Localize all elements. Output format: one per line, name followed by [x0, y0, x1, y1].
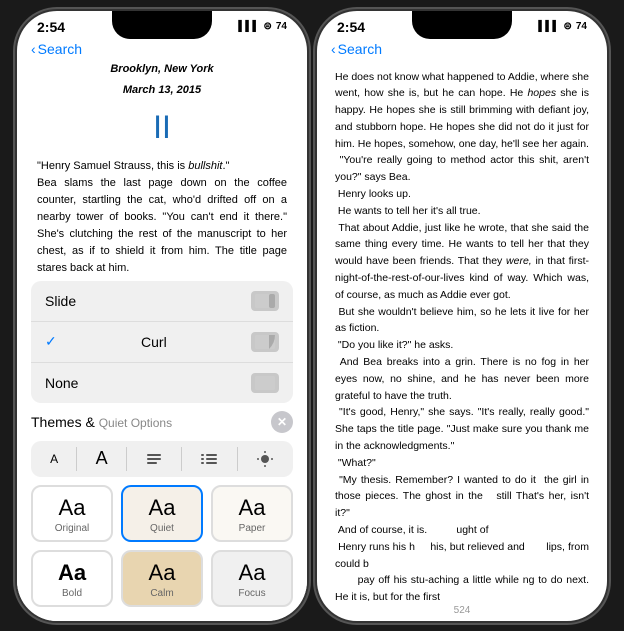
theme-label-original: Original: [55, 523, 89, 534]
r-para-5: That about Addie, just like he wrote, th…: [335, 220, 589, 304]
theme-label-focus: Focus: [238, 588, 265, 599]
font-size-large[interactable]: A: [96, 448, 108, 469]
nav-bar-left: ‹ Search: [17, 39, 307, 61]
notch: [112, 11, 212, 39]
font-style-icon[interactable]: [145, 450, 163, 468]
theme-grid: Aa Original Aa Quiet Aa Paper Aa Bold: [31, 485, 293, 607]
theme-aa-quiet: Aa: [149, 495, 176, 521]
para-2: Bea slams the last page down on the coff…: [37, 175, 287, 277]
slide-icon: [251, 291, 279, 311]
chevron-left-icon: ‹: [31, 41, 36, 57]
check-icon: ✓: [45, 333, 57, 350]
themes-title: Themes & Quiet Options: [31, 414, 172, 430]
theme-label-calm: Calm: [150, 588, 173, 599]
none-label: None: [45, 375, 78, 391]
chevron-left-icon-right: ‹: [331, 41, 336, 57]
slide-options: Slide ✓ Curl None: [31, 281, 293, 403]
theme-calm[interactable]: Aa Calm: [121, 550, 203, 607]
status-icons-right: ▌▌▌ ⊜ 74: [538, 21, 587, 32]
theme-paper[interactable]: Aa Paper: [211, 485, 293, 542]
signal-icon: ▌▌▌: [238, 21, 259, 32]
none-icon: [251, 373, 279, 393]
theme-aa-focus: Aa: [239, 560, 266, 586]
curl-icon: [251, 332, 279, 352]
theme-aa-original: Aa: [59, 495, 86, 521]
r-para-3: Henry looks up.: [335, 186, 589, 203]
divider-3: [181, 447, 182, 471]
chapter-number: II: [37, 103, 287, 153]
back-button-right[interactable]: ‹ Search: [331, 41, 382, 57]
back-label-right: Search: [338, 41, 382, 57]
theme-focus[interactable]: Aa Focus: [211, 550, 293, 607]
wifi-icon: ⊜: [263, 21, 271, 32]
battery-left: 74: [276, 21, 287, 32]
slide-option-none[interactable]: None: [31, 363, 293, 403]
back-button-left[interactable]: ‹ Search: [31, 41, 82, 57]
curl-label: Curl: [141, 334, 167, 350]
r-para-9: "It's good, Henry," she says. "It's real…: [335, 404, 589, 454]
notch-right: [412, 11, 512, 39]
theme-label-bold: Bold: [62, 588, 82, 599]
brightness-icon[interactable]: [256, 450, 274, 468]
para-1: "Henry Samuel Strauss, this is bullshit.…: [37, 158, 287, 175]
signal-icon-right: ▌▌▌: [538, 21, 559, 32]
themes-header: Themes & Quiet Options ✕: [31, 411, 293, 433]
font-list-icon[interactable]: [200, 450, 218, 468]
right-phone: 2:54 ▌▌▌ ⊜ 74 ‹ Search He does not know …: [317, 11, 607, 621]
theme-quiet[interactable]: Aa Quiet: [121, 485, 203, 542]
r-para-6: But she wouldn't believe him, so he lets…: [335, 304, 589, 338]
theme-bold[interactable]: Aa Bold: [31, 550, 113, 607]
divider-1: [76, 447, 77, 471]
time-right: 2:54: [337, 19, 365, 35]
date-text: March 13, 2015: [37, 82, 287, 99]
close-button[interactable]: ✕: [271, 411, 293, 433]
theme-label-quiet: Quiet: [150, 523, 174, 534]
theme-aa-paper: Aa: [239, 495, 266, 521]
r-para-12: And of course, it is. ught of: [335, 522, 589, 539]
left-phone: 2:54 ▌▌▌ ⊜ 74 ‹ Search Brooklyn, New Yor…: [17, 11, 307, 621]
theme-label-paper: Paper: [239, 523, 266, 534]
r-para-1: He does not know what happened to Addie,…: [335, 69, 589, 153]
theme-aa-bold: Aa: [58, 560, 86, 586]
theme-original[interactable]: Aa Original: [31, 485, 113, 542]
r-para-2: "You're really going to method actor thi…: [335, 152, 589, 186]
slide-option-slide[interactable]: Slide: [31, 281, 293, 322]
nav-bar-right: ‹ Search: [317, 39, 607, 61]
font-size-small[interactable]: A: [50, 452, 58, 466]
page-number: 524: [317, 601, 607, 620]
location-text: Brooklyn, New York: [37, 61, 287, 78]
r-para-14: pay off his stu-aching a little while ng…: [335, 572, 589, 600]
wifi-icon-right: ⊜: [563, 21, 571, 32]
phones-container: 2:54 ▌▌▌ ⊜ 74 ‹ Search Brooklyn, New Yor…: [17, 11, 607, 621]
r-para-13: Henry runs his h his, but relieved and l…: [335, 539, 589, 573]
themes-title-block: Themes & Quiet Options: [31, 414, 172, 430]
slide-label: Slide: [45, 293, 76, 309]
slide-option-curl[interactable]: ✓ Curl: [31, 322, 293, 363]
status-icons-left: ▌▌▌ ⊜ 74: [238, 21, 287, 32]
battery-right: 74: [576, 21, 587, 32]
divider-4: [237, 447, 238, 471]
back-label-left: Search: [38, 41, 82, 57]
r-para-7: "Do you like it?" he asks.: [335, 337, 589, 354]
r-para-11: "My thesis. Remember? I wanted to do it …: [335, 472, 589, 522]
time-left: 2:54: [37, 19, 65, 35]
font-controls: A A: [31, 441, 293, 477]
divider-2: [126, 447, 127, 471]
r-para-8: And Bea breaks into a grin. There is no …: [335, 354, 589, 404]
r-para-4: He wants to tell her it's all true.: [335, 203, 589, 220]
theme-aa-calm: Aa: [149, 560, 176, 586]
r-para-10: "What?": [335, 455, 589, 472]
book-content-right: He does not know what happened to Addie,…: [317, 61, 607, 601]
overlay-panel: Slide ✓ Curl None: [17, 273, 307, 621]
